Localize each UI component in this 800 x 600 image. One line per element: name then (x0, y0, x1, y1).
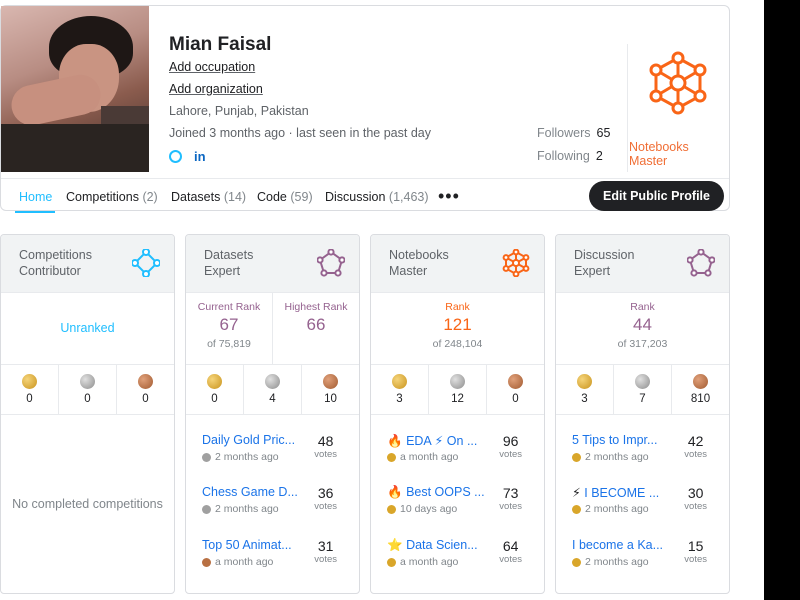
medal-counts: 0 0 0 (1, 365, 174, 415)
medal-counts: 0 4 10 (186, 365, 359, 415)
linkedin-icon[interactable]: in (194, 149, 206, 164)
gold-medal-icon (387, 504, 396, 514)
followers-count: 65 (596, 126, 611, 140)
tab-code[interactable]: Code (59) (257, 190, 313, 204)
item-title[interactable]: Chess Game D... (202, 485, 302, 499)
add-organization-link[interactable]: Add organization (169, 82, 263, 96)
item-title[interactable]: 5 Tips to Impr... (572, 433, 672, 447)
current-rank: Current Rank 67 of 75,819 (197, 301, 261, 350)
bronze-medal-icon (323, 374, 338, 389)
location: Lahore, Punjab, Pakistan (169, 104, 309, 118)
edit-public-profile-button[interactable]: Edit Public Profile (589, 181, 724, 211)
list-item[interactable]: Top 50 Animat... a month ago 31 votes (186, 532, 359, 572)
following-count: 2 (595, 149, 603, 163)
item-title[interactable]: 🔥 EDA ⚡ On ... (387, 433, 487, 449)
gold-medal-icon (387, 452, 396, 462)
item-title[interactable]: ⚡ I BECOME ... (572, 485, 672, 500)
silver-medal-icon (202, 504, 211, 514)
highlight-tier-label: Notebooks Master (629, 140, 689, 168)
discussion-card: Discussion Expert Rank 44 of 317,203 3 7 … (555, 234, 730, 594)
item-title[interactable]: Top 50 Animat... (202, 538, 302, 552)
list-item[interactable]: I become a Ka... 2 months ago 15 votes (556, 532, 729, 572)
gold-medal-icon (392, 374, 407, 389)
item-title[interactable]: 🔥 Best OOPS ... (387, 485, 487, 500)
competitions-card: Competitions Contributor Unranked 0 0 0 N… (0, 234, 175, 594)
silver-medal-icon (202, 452, 211, 462)
rank: Rank 121 of 248,104 (432, 301, 483, 350)
profile-name: Mian Faisal (169, 34, 272, 55)
tier-label: Datasets Expert (204, 248, 254, 278)
unranked-label: Unranked (60, 321, 115, 335)
list-item[interactable]: 5 Tips to Impr... 2 months ago 42 votes (556, 427, 729, 467)
gold-medal-icon (207, 374, 222, 389)
profile-tabs: Home Competitions (2) Datasets (14) Code… (1, 178, 729, 213)
silver-medal-icon (450, 374, 465, 389)
divider (627, 44, 628, 172)
following-label: Following (537, 149, 590, 163)
followers[interactable]: Followers 65 (537, 126, 610, 140)
medal-counts: 3 12 0 (371, 365, 544, 415)
tab-competitions[interactable]: Competitions (2) (66, 190, 158, 204)
add-occupation-link[interactable]: Add occupation (169, 60, 255, 74)
profile-header: Mian Faisal Add occupation Add organizat… (0, 5, 730, 213)
social-links: in (169, 149, 206, 164)
following[interactable]: Following 2 (537, 149, 603, 163)
tier-label: Discussion Expert (574, 248, 635, 278)
item-title[interactable]: Daily Gold Pric... (202, 433, 302, 447)
list-item[interactable]: 🔥 Best OOPS ... 10 days ago 73 votes (371, 479, 544, 519)
tier-label: Competitions Contributor (19, 248, 92, 278)
rank: Rank 44 of 317,203 (617, 301, 668, 350)
item-title[interactable]: I become a Ka... (572, 538, 672, 552)
tab-datasets[interactable]: Datasets (14) (171, 190, 246, 204)
gold-medal-icon (572, 452, 581, 462)
bronze-medal-icon (693, 374, 708, 389)
gold-medal-icon (572, 504, 581, 514)
list-item[interactable]: 🔥 EDA ⚡ On ... a month ago 96 votes (371, 427, 544, 467)
list-item[interactable]: Daily Gold Pric... 2 months ago 48 votes (186, 427, 359, 467)
active-tab-indicator (15, 211, 55, 213)
silver-medal-icon (80, 374, 95, 389)
highest-rank: Highest Rank 66 (272, 293, 359, 364)
github-icon[interactable] (169, 150, 182, 163)
gold-medal-icon (387, 557, 396, 567)
list-item[interactable]: ⭐ Data Scien... a month ago 64 votes (371, 532, 544, 572)
tab-discussion[interactable]: Discussion (1,463) (325, 190, 429, 204)
followers-label: Followers (537, 126, 591, 140)
competitions-contributor-icon (132, 249, 160, 277)
more-options-icon[interactable]: ••• (438, 186, 460, 207)
notebooks-master-icon (502, 249, 530, 277)
gold-medal-icon (22, 374, 37, 389)
avatar[interactable] (1, 6, 149, 172)
datasets-expert-icon (317, 249, 345, 277)
item-title[interactable]: ⭐ Data Scien... (387, 538, 487, 553)
bronze-medal-icon (138, 374, 153, 389)
notebooks-card: Notebooks Master Rank 121 of 248,104 3 12… (370, 234, 545, 594)
bronze-medal-icon (202, 557, 211, 567)
tier-label: Notebooks Master (389, 248, 449, 278)
notebooks-master-badge-icon (649, 51, 707, 115)
silver-medal-icon (265, 374, 280, 389)
list-item[interactable]: Chess Game D... 2 months ago 36 votes (186, 479, 359, 519)
empty-state: No completed competitions (12, 497, 163, 511)
datasets-card: Datasets Expert Current Rank 67 of 75,819… (185, 234, 360, 594)
medal-counts: 3 7 810 (556, 365, 729, 415)
gold-medal-icon (577, 374, 592, 389)
discussion-expert-icon (687, 249, 715, 277)
gold-medal-icon (572, 557, 581, 567)
right-edge-bar (764, 0, 800, 600)
joined-info: Joined 3 months ago · last seen in the p… (169, 126, 431, 140)
list-item[interactable]: ⚡ I BECOME ... 2 months ago 30 votes (556, 479, 729, 519)
silver-medal-icon (635, 374, 650, 389)
tab-home[interactable]: Home (19, 190, 52, 204)
bronze-medal-icon (508, 374, 523, 389)
